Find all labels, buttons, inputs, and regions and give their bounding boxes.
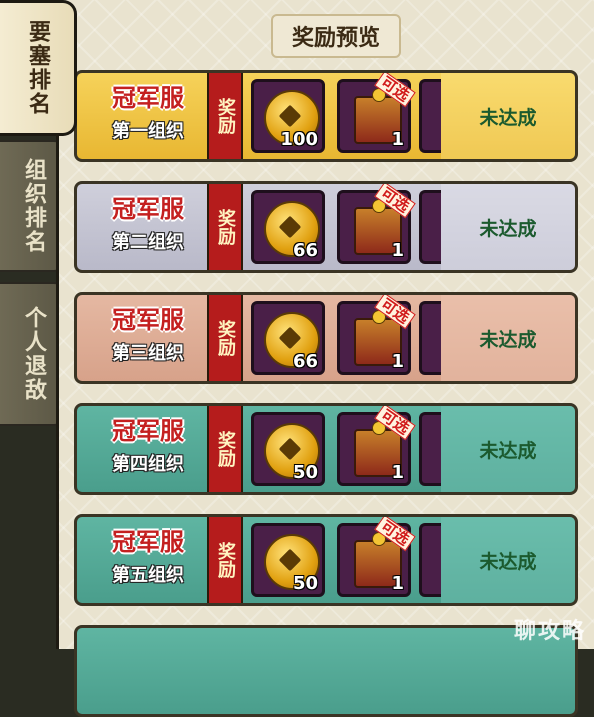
rank-label: 冠军服 第四组织	[93, 416, 203, 476]
reward-row: 冠军服 第四组织 奖励 50 可选 1 未达成	[74, 403, 578, 495]
group-text: 第四组织	[112, 454, 184, 475]
coin-item[interactable]: 66	[251, 190, 325, 264]
reward-row: 冠军服 第一组织 奖励 100 可选 1 未达成	[74, 70, 578, 162]
partial-item[interactable]	[419, 523, 441, 597]
reward-tag: 奖励	[207, 406, 243, 492]
rank-label: 冠军服 第三组织	[93, 305, 203, 365]
reward-row: 冠军服 第三组织 奖励 66 可选 1 未达成	[74, 292, 578, 384]
tab-label: 个人退敌	[21, 306, 46, 402]
item-quantity: 1	[391, 129, 404, 150]
group-text: 第五组织	[112, 565, 184, 586]
coin-item[interactable]: 100	[251, 79, 325, 153]
champion-text: 冠军服	[112, 195, 184, 223]
item-quantity: 50	[292, 573, 318, 594]
status-text: 未达成	[441, 517, 575, 603]
group-text: 第二组织	[112, 232, 184, 253]
coin-item[interactable]: 50	[251, 523, 325, 597]
chest-item[interactable]: 可选 1	[337, 517, 416, 597]
item-quantity: 1	[391, 240, 404, 261]
champion-text: 冠军服	[112, 84, 184, 112]
item-quantity: 66	[292, 351, 318, 372]
watermark: 聊攻略	[513, 619, 586, 644]
item-quantity: 100	[280, 129, 318, 150]
coin-item[interactable]: 66	[251, 301, 325, 375]
rank-label: 冠军服 第一组织	[93, 83, 203, 143]
reward-tag: 奖励	[207, 517, 243, 603]
champion-text: 冠军服	[112, 417, 184, 445]
chest-item[interactable]: 可选 1	[337, 184, 416, 264]
reward-tag: 奖励	[207, 73, 243, 159]
chest-item[interactable]: 可选 1	[337, 73, 416, 153]
group-text: 第一组织	[112, 121, 184, 142]
status-text: 未达成	[441, 406, 575, 492]
reward-tag: 奖励	[207, 295, 243, 381]
reward-row-partial	[74, 625, 578, 717]
status-text: 未达成	[441, 295, 575, 381]
item-quantity: 1	[391, 573, 404, 594]
tab-fortress-ranking[interactable]: 要塞排名	[0, 0, 77, 136]
chest-item[interactable]: 可选 1	[337, 406, 416, 486]
tab-label: 组织排名	[21, 158, 46, 254]
chest-item[interactable]: 可选 1	[337, 295, 416, 375]
champion-text: 冠军服	[112, 528, 184, 556]
panel-title: 奖励预览	[271, 14, 401, 58]
partial-item[interactable]	[419, 79, 441, 153]
item-quantity: 66	[292, 240, 318, 261]
item-quantity: 50	[292, 462, 318, 483]
partial-item[interactable]	[419, 301, 441, 375]
tab-label: 要塞排名	[25, 20, 50, 116]
champion-text: 冠军服	[112, 306, 184, 334]
partial-item[interactable]	[419, 412, 441, 486]
reward-row: 冠军服 第五组织 奖励 50 可选 1 未达成	[74, 514, 578, 606]
coin-item[interactable]: 50	[251, 412, 325, 486]
status-text: 未达成	[441, 184, 575, 270]
item-quantity: 1	[391, 462, 404, 483]
rank-label: 冠军服 第五组织	[93, 527, 203, 587]
reward-tag: 奖励	[207, 184, 243, 270]
status-text: 未达成	[441, 73, 575, 159]
group-text: 第三组织	[112, 343, 184, 364]
rank-label: 冠军服 第二组织	[93, 194, 203, 254]
reward-row: 冠军服 第二组织 奖励 66 可选 1 未达成	[74, 181, 578, 273]
partial-item[interactable]	[419, 190, 441, 264]
item-quantity: 1	[391, 351, 404, 372]
